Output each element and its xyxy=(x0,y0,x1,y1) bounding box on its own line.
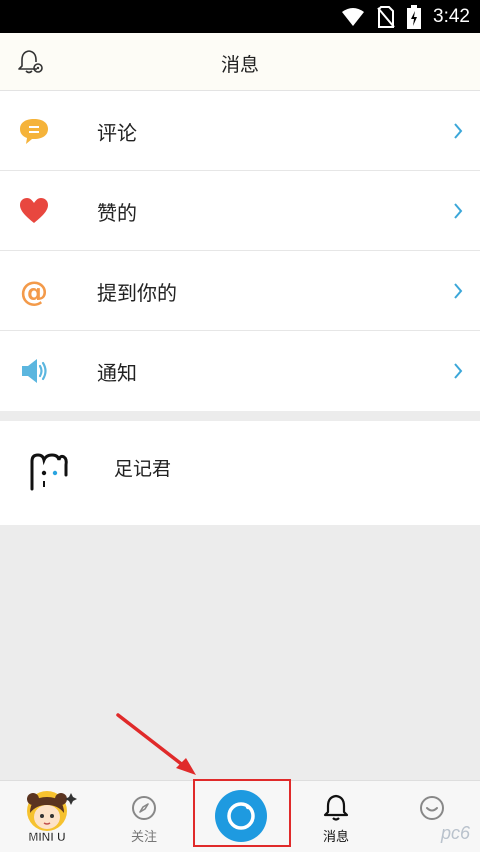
tab-label: 消息 xyxy=(322,830,349,845)
top-bar: 消息 xyxy=(0,33,480,91)
avatar-icon: MINI U xyxy=(27,791,77,844)
status-icons: 3:42 xyxy=(341,0,470,33)
comment-bubble-icon xyxy=(20,119,48,144)
watermark: pc6 xyxy=(440,823,470,843)
tab-label: MINI U xyxy=(28,830,65,844)
menu-item-label: 赞的 xyxy=(97,201,137,225)
speaker-icon xyxy=(22,359,47,383)
annotation-arrow xyxy=(116,713,196,775)
tab-profile[interactable]: MINI U xyxy=(0,781,96,852)
chevron-right-icon xyxy=(454,203,463,219)
chevron-right-icon xyxy=(454,283,463,299)
page-title: 消息 xyxy=(220,54,259,76)
heart-icon xyxy=(20,198,48,223)
menu-item-notifications[interactable]: 通知 xyxy=(0,331,480,411)
chevron-right-icon xyxy=(454,363,463,379)
tab-label: 关注 xyxy=(130,830,157,845)
tab-follow[interactable]: 关注 xyxy=(96,781,192,852)
at-sign-icon: @ xyxy=(20,275,48,307)
chevron-right-icon xyxy=(454,123,463,139)
conversation-name: 足记君 xyxy=(114,458,172,480)
bell-icon xyxy=(323,794,349,821)
svg-text:@: @ xyxy=(20,275,48,307)
tab-messages[interactable]: 消息 xyxy=(288,781,384,852)
battery-charging-icon xyxy=(407,4,422,29)
menu-item-comments[interactable]: 评论 xyxy=(0,91,480,171)
smile-icon xyxy=(420,796,444,820)
menu-item-likes[interactable]: 赞的 xyxy=(0,171,480,251)
no-sim-icon xyxy=(377,5,395,28)
message-category-list: 评论 赞的 @ 提到你的 通知 xyxy=(0,91,480,411)
wifi-icon xyxy=(342,7,365,26)
zuji-logo-icon xyxy=(22,445,74,497)
highlight-box xyxy=(193,779,291,847)
menu-item-mentions[interactable]: @ 提到你的 xyxy=(0,251,480,331)
section-divider xyxy=(0,411,480,421)
status-bar: 3:42 xyxy=(0,0,480,33)
conversation-item[interactable]: 足记君 xyxy=(0,421,480,525)
menu-item-label: 提到你的 xyxy=(97,281,177,305)
compass-icon xyxy=(132,796,156,820)
menu-item-label: 通知 xyxy=(97,361,137,385)
status-time: 3:42 xyxy=(433,5,470,27)
menu-item-label: 评论 xyxy=(97,121,137,145)
